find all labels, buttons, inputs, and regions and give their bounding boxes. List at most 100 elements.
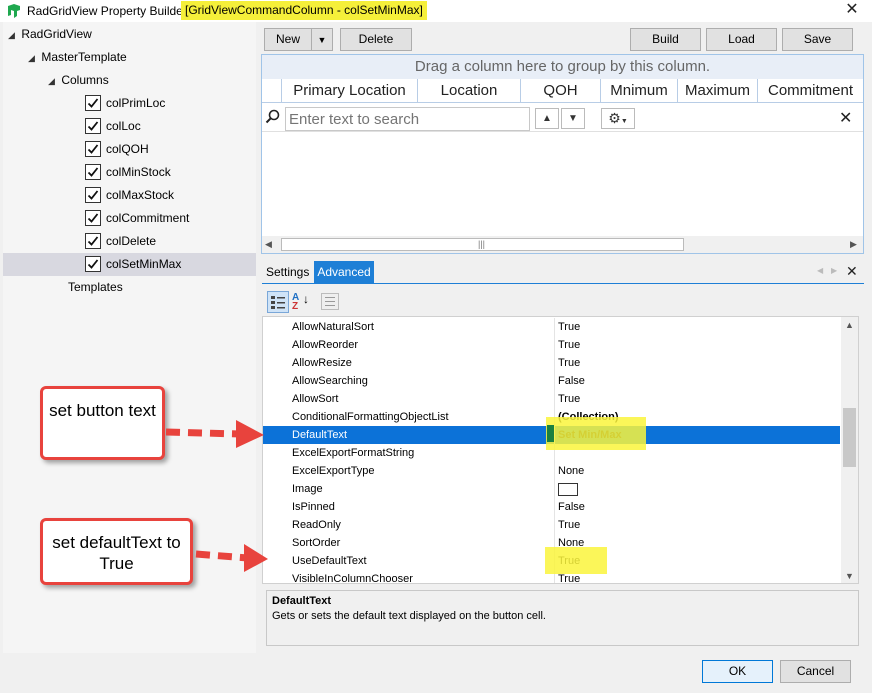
column-name: colMinStock <box>106 165 171 179</box>
tree-node-column[interactable]: colLoc <box>3 115 256 138</box>
tree-node-column[interactable]: colMinStock <box>3 161 256 184</box>
tree-node-radgridview[interactable]: ◢ RadGridView <box>8 23 92 46</box>
tab-scroll-left-icon[interactable]: ◀ <box>817 266 823 275</box>
property-grid-toolbar <box>262 289 864 315</box>
telerik-logo-icon <box>8 4 20 18</box>
tree-node-column[interactable]: colPrimLoc <box>3 92 256 115</box>
checkbox[interactable] <box>85 95 101 111</box>
group-panel[interactable]: Drag a column here to group by this colu… <box>262 55 863 79</box>
property-value[interactable]: True <box>558 354 580 372</box>
column-name: colCommitment <box>106 211 190 225</box>
tree-node-column[interactable]: colCommitment <box>3 207 256 230</box>
property-value[interactable]: False <box>558 372 585 390</box>
save-button[interactable]: Save <box>782 28 853 51</box>
search-settings-button[interactable]: ⚙▼ <box>601 108 635 129</box>
checkbox[interactable] <box>85 164 101 180</box>
image-swatch[interactable] <box>558 483 578 496</box>
property-description: DefaultText Gets or sets the default tex… <box>266 590 859 646</box>
property-name: AllowSort <box>292 393 339 405</box>
property-row[interactable]: ExcelExportType None <box>263 462 840 480</box>
checkbox[interactable] <box>85 210 101 226</box>
tab-advanced[interactable]: Advanced <box>314 261 374 283</box>
property-name: ConditionalFormattingObjectList <box>292 411 449 423</box>
delete-button[interactable]: Delete <box>340 28 412 51</box>
property-divider <box>554 516 555 534</box>
column-header[interactable]: Location <box>418 79 521 102</box>
selection-marker <box>547 425 554 442</box>
property-row[interactable]: AllowSort True <box>263 390 840 408</box>
expanded-triangle-icon: ◢ <box>48 76 55 86</box>
arrow-right-icon <box>165 420 264 448</box>
property-value[interactable]: True <box>558 318 580 336</box>
ok-button[interactable]: OK <box>702 660 773 683</box>
close-icon[interactable]: ✕ <box>838 0 866 20</box>
checkbox[interactable] <box>85 118 101 134</box>
new-button[interactable]: New <box>264 28 312 51</box>
tab-scroll-right-icon[interactable]: ▶ <box>831 266 837 275</box>
search-previous-button[interactable]: ▲ <box>535 108 559 129</box>
categorized-view-button[interactable] <box>267 291 289 313</box>
property-value[interactable]: False <box>558 498 585 516</box>
alphabetical-sort-icon[interactable]: A Z ↓ <box>292 293 312 313</box>
tree-node-column[interactable]: colMaxStock <box>3 184 256 207</box>
property-value[interactable]: True <box>558 336 580 354</box>
search-input[interactable] <box>285 107 530 131</box>
column-header[interactable]: Maximum <box>678 79 758 102</box>
column-name: colLoc <box>106 119 141 133</box>
property-row[interactable]: AllowResize True <box>263 354 840 372</box>
column-header[interactable]: QOH <box>521 79 601 102</box>
property-name: UseDefaultText <box>292 555 367 567</box>
arrow-up-icon: ▲ <box>542 113 552 124</box>
column-header[interactable]: Commitment <box>758 79 863 102</box>
property-name: AllowSearching <box>292 375 368 387</box>
scroll-left-icon[interactable]: ◀ <box>265 239 272 250</box>
checkmark-icon <box>87 259 99 269</box>
property-row[interactable]: AllowReorder True <box>263 336 840 354</box>
scroll-right-icon[interactable]: ▶ <box>850 239 857 250</box>
property-divider <box>554 480 555 498</box>
tree-node-column[interactable]: colQOH <box>3 138 256 161</box>
tree-node-templates[interactable]: Templates <box>68 276 123 299</box>
property-divider <box>554 390 555 408</box>
property-grid: AllowNaturalSort True AllowReorder True Allo… <box>262 316 859 584</box>
property-pages-icon[interactable] <box>321 293 339 310</box>
build-button[interactable]: Build <box>630 28 701 51</box>
column-header[interactable]: Mnimum <box>601 79 678 102</box>
property-name: AllowNaturalSort <box>292 321 374 333</box>
tree-node-column[interactable]: colSetMinMax <box>3 253 256 276</box>
close-search-icon[interactable]: ✕ <box>839 108 852 128</box>
property-value[interactable]: True <box>558 516 580 534</box>
tab-settings[interactable]: Settings <box>263 262 312 284</box>
close-tab-icon[interactable]: ✕ <box>846 263 858 280</box>
window-title-context: [GridViewCommandColumn - colSetMinMax] <box>181 1 427 20</box>
checkbox[interactable] <box>85 141 101 157</box>
property-row[interactable]: ReadOnly True <box>263 516 840 534</box>
tree-node-mastertemplate[interactable]: ◢ MasterTemplate <box>28 46 127 69</box>
property-row[interactable]: AllowNaturalSort True <box>263 318 840 336</box>
checkbox[interactable] <box>85 187 101 203</box>
new-dropdown-button[interactable]: ▼ <box>311 28 333 51</box>
property-value[interactable]: True <box>558 390 580 408</box>
description-text: Gets or sets the default text displayed … <box>272 610 546 622</box>
search-next-button[interactable]: ▼ <box>561 108 585 129</box>
property-name: DefaultText <box>292 429 348 441</box>
checkbox[interactable] <box>85 256 101 272</box>
load-button[interactable]: Load <box>706 28 777 51</box>
vertical-scroll-thumb[interactable] <box>843 408 856 467</box>
checkmark-icon <box>87 190 99 200</box>
chevron-down-icon: ▼ <box>620 118 628 125</box>
property-row[interactable]: Image <box>263 480 840 498</box>
scroll-down-icon[interactable]: ▼ <box>845 571 854 581</box>
column-name: colMaxStock <box>106 188 175 202</box>
property-value[interactable]: None <box>558 462 584 480</box>
checkbox[interactable] <box>85 233 101 249</box>
scroll-up-icon[interactable]: ▲ <box>845 320 854 330</box>
tree-node-columns[interactable]: ◢ Columns <box>48 69 109 92</box>
property-row[interactable]: AllowSearching False <box>263 372 840 390</box>
tree-node-column[interactable]: colDelete <box>3 230 256 253</box>
cancel-button[interactable]: Cancel <box>780 660 851 683</box>
checkmark-icon <box>87 121 99 131</box>
column-header[interactable]: Primary Location <box>282 79 418 102</box>
callout-set-button-text: set button text <box>40 386 165 460</box>
property-row[interactable]: IsPinned False <box>263 498 840 516</box>
